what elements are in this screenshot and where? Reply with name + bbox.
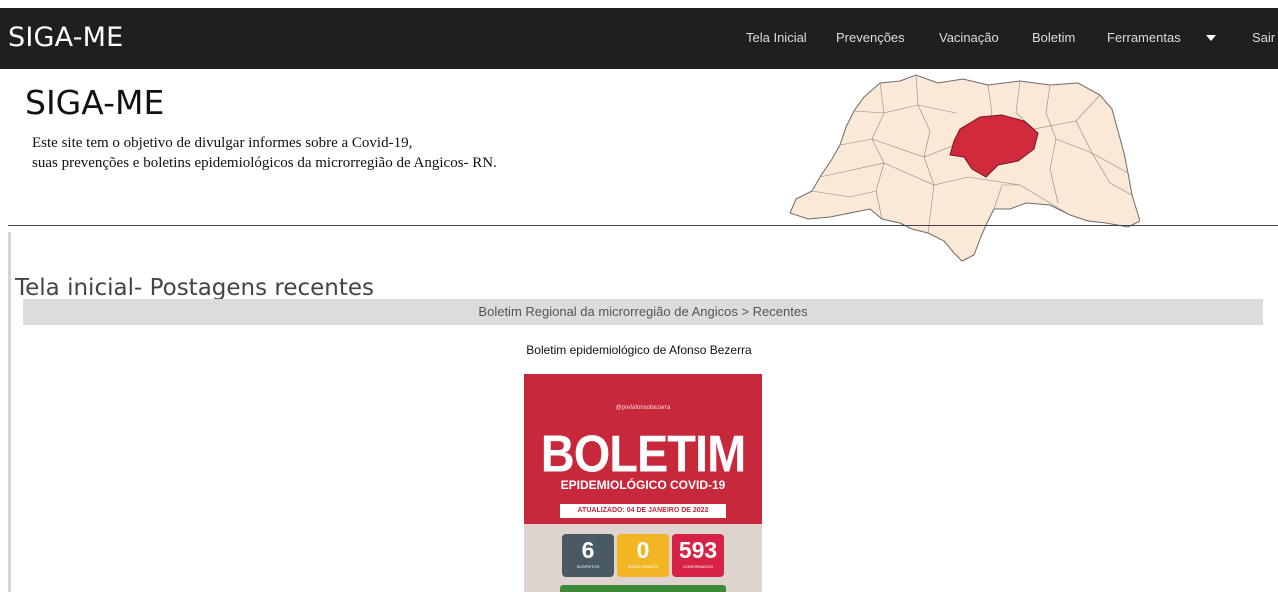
nav-item-boletim[interactable]: Boletim bbox=[1032, 30, 1075, 45]
nav-item-tela-inicial[interactable]: Tela Inicial bbox=[746, 30, 807, 45]
post-title[interactable]: Boletim epidemiológico de Afonso Bezerra bbox=[0, 343, 1278, 357]
top-navbar: SIGA-ME Tela Inicial Prevenções Vacinaçã… bbox=[0, 8, 1278, 69]
stat-monitorados: 0 MONITORADOS bbox=[617, 534, 669, 577]
poster-green-bar bbox=[560, 585, 726, 592]
stat-label: CONFIRMADOS bbox=[683, 564, 713, 569]
content-left-border bbox=[8, 232, 11, 592]
map-outline bbox=[789, 74, 1140, 262]
poster-updated-date: ATUALIZADO: 04 DE JANEIRO DE 2022 bbox=[560, 504, 726, 518]
stat-label: SUSPEITOS bbox=[576, 564, 600, 569]
breadcrumb[interactable]: Boletim Regional da microrregião de Angi… bbox=[23, 299, 1263, 325]
description-line-2: suas prevenções e boletins epidemiológic… bbox=[32, 155, 497, 171]
poster-subheading: EPIDEMIOLÓGICO COVID-19 bbox=[560, 478, 726, 492]
post-image-boletim[interactable]: @prefafonsobezerra BOLETIM EPIDEMIOLÓGIC… bbox=[524, 374, 762, 592]
site-title: SIGA-ME bbox=[25, 83, 165, 122]
section-title: Tela inicial- Postagens recentes bbox=[15, 275, 375, 302]
nav-item-prevencoes[interactable]: Prevenções bbox=[836, 30, 905, 45]
rn-map-image bbox=[789, 74, 1140, 262]
description-line-1: Este site tem o objetivo de divulgar inf… bbox=[32, 135, 413, 151]
stat-value: 6 bbox=[581, 537, 595, 563]
nav-item-ferramentas[interactable]: Ferramentas bbox=[1107, 30, 1181, 45]
header-divider bbox=[8, 225, 1278, 226]
site-description: Este site tem o objetivo de divulgar inf… bbox=[32, 133, 497, 173]
stat-value: 593 bbox=[678, 537, 718, 563]
chevron-down-icon[interactable] bbox=[1206, 35, 1216, 41]
stat-value: 0 bbox=[636, 537, 650, 563]
stat-confirmados: 593 CONFIRMADOS bbox=[672, 534, 724, 577]
navbar-brand[interactable]: SIGA-ME bbox=[8, 22, 123, 53]
nav-item-vacinacao[interactable]: Vacinação bbox=[939, 30, 999, 45]
stat-label: MONITORADOS bbox=[627, 564, 659, 569]
nav-item-sair[interactable]: Sair bbox=[1252, 30, 1275, 45]
stat-suspeitos: 6 SUSPEITOS bbox=[562, 534, 614, 577]
poster-social-handle: @prefafonsobezerra bbox=[615, 405, 671, 411]
poster-heading: BOLETIM bbox=[540, 424, 746, 483]
